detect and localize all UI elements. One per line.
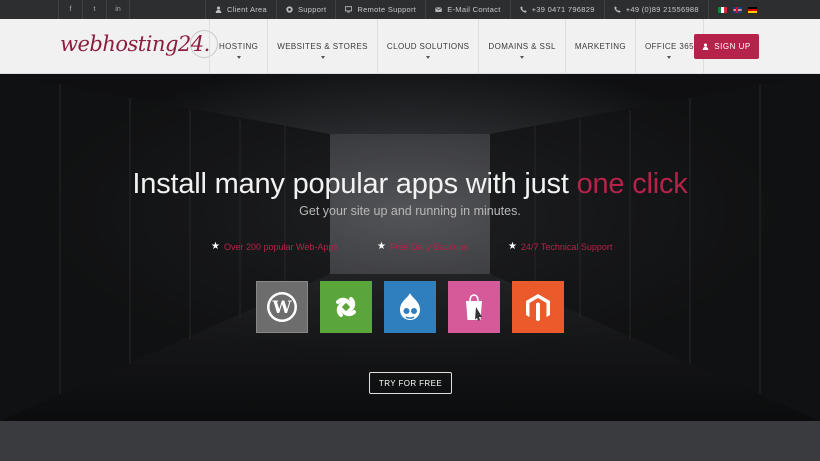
remote-support-link[interactable]: Remote Support <box>335 0 425 19</box>
linkedin-icon[interactable]: in <box>106 0 130 19</box>
chevron-down-icon <box>426 56 431 59</box>
phone-de-link[interactable]: +49 (0)89 21556988 <box>603 0 708 19</box>
sign-up-button[interactable]: SIGN UP <box>694 34 759 59</box>
try-for-free-button[interactable]: TRY FOR FREE <box>369 372 452 394</box>
support-link[interactable]: Support <box>276 0 335 19</box>
chevron-down-icon <box>320 56 325 59</box>
feature-list: ★ Over 200 popular Web-Apps ★ Free Daily B… <box>0 242 820 254</box>
lifebuoy-icon <box>286 6 293 13</box>
nav-label: WEBSITES & STORES <box>277 42 368 51</box>
flag-english-icon[interactable] <box>732 6 742 13</box>
client-area-label: Client Area <box>227 5 267 14</box>
shopping-bag-icon <box>466 294 482 321</box>
remote-support-label: Remote Support <box>357 5 417 14</box>
svg-text:W: W <box>271 298 292 318</box>
feature-item: ★ Free Daily Backups <box>377 241 468 253</box>
nav-hosting[interactable]: HOSTING <box>209 19 267 74</box>
magento-icon <box>526 294 550 322</box>
phone-icon <box>519 6 527 13</box>
hero-title-main: Install many popular apps with just <box>132 168 577 200</box>
drupal-icon <box>400 293 420 320</box>
chevron-down-icon <box>236 56 241 59</box>
phone-it-label: +39 0471 796829 <box>531 5 595 14</box>
nav-cloud-solutions[interactable]: CLOUD SOLUTIONS <box>376 19 478 74</box>
flag-german-icon[interactable] <box>747 6 757 13</box>
magento-app-tile[interactable] <box>512 281 564 333</box>
user-icon <box>215 6 222 13</box>
hero-subtitle: Get your site up and running in minutes. <box>299 204 521 218</box>
main-nav: HOSTING WEBSITES & STORES CLOUD SOLUTION… <box>209 19 704 74</box>
nav-label: MARKETING <box>574 42 627 51</box>
social-links: f t in <box>58 0 130 19</box>
next-section <box>0 421 820 461</box>
chevron-down-icon <box>520 56 525 59</box>
drupal-app-tile[interactable] <box>384 281 436 333</box>
nav-domains-ssl[interactable]: DOMAINS & SSL <box>478 19 564 74</box>
phone-de-label: +49 (0)89 21556988 <box>625 5 699 14</box>
language-switcher <box>707 0 757 19</box>
hero-title-accent: one click <box>576 168 688 200</box>
top-links: Client Area Support Remote Support E-Mai… <box>205 0 757 19</box>
flag-italian-icon[interactable] <box>717 6 727 13</box>
nav-label: CLOUD SOLUTIONS <box>386 42 470 51</box>
feature-label: Over 200 popular Web-Apps <box>223 242 338 252</box>
phone-icon <box>614 6 621 13</box>
feature-item: ★ Over 200 popular Web-Apps <box>211 241 338 253</box>
email-contact-link[interactable]: E-Mail Contact <box>425 0 509 19</box>
joomla-app-tile[interactable] <box>320 281 372 333</box>
star-icon: ★ <box>377 241 386 252</box>
sign-up-label: SIGN UP <box>714 42 751 51</box>
nav-websites-stores[interactable]: WEBSITES & STORES <box>267 19 377 74</box>
nav-label: DOMAINS & SSL <box>488 42 556 51</box>
wordpress-icon: W <box>267 292 297 322</box>
phone-it-link[interactable]: +39 0471 796829 <box>509 0 604 19</box>
prestashop-app-tile[interactable] <box>448 281 500 333</box>
feature-item: ★ 24/7 Technical Support <box>508 241 613 253</box>
hero-section: Install many popular apps with just one … <box>0 74 820 421</box>
star-icon: ★ <box>211 241 220 252</box>
feature-label: Free Daily Backups <box>389 242 468 252</box>
main-header: webhosting24. HOSTING WEBSITES & STORES … <box>0 19 820 74</box>
twitter-icon[interactable]: t <box>82 0 106 19</box>
hero-title: Install many popular apps with just one … <box>0 168 820 201</box>
email-contact-label: E-Mail Contact <box>447 5 501 14</box>
top-bar: f t in Client Area Support Remote Suppor… <box>0 0 820 19</box>
chevron-down-icon <box>667 56 672 59</box>
envelope-icon <box>435 7 443 12</box>
nav-marketing[interactable]: MARKETING <box>564 19 635 74</box>
star-icon: ★ <box>508 241 517 252</box>
screen-share-icon <box>345 6 353 13</box>
logo-text: webhosting24. <box>60 32 210 56</box>
support-label: Support <box>298 5 327 14</box>
nav-label: HOSTING <box>219 42 259 51</box>
client-area-link[interactable]: Client Area <box>205 0 276 19</box>
nav-label: OFFICE 365 <box>645 42 694 51</box>
user-icon <box>702 43 709 50</box>
feature-label: 24/7 Technical Support <box>520 242 613 252</box>
joomla-icon <box>336 297 356 317</box>
wordpress-app-tile[interactable]: W <box>256 281 308 333</box>
facebook-icon[interactable]: f <box>58 0 82 19</box>
